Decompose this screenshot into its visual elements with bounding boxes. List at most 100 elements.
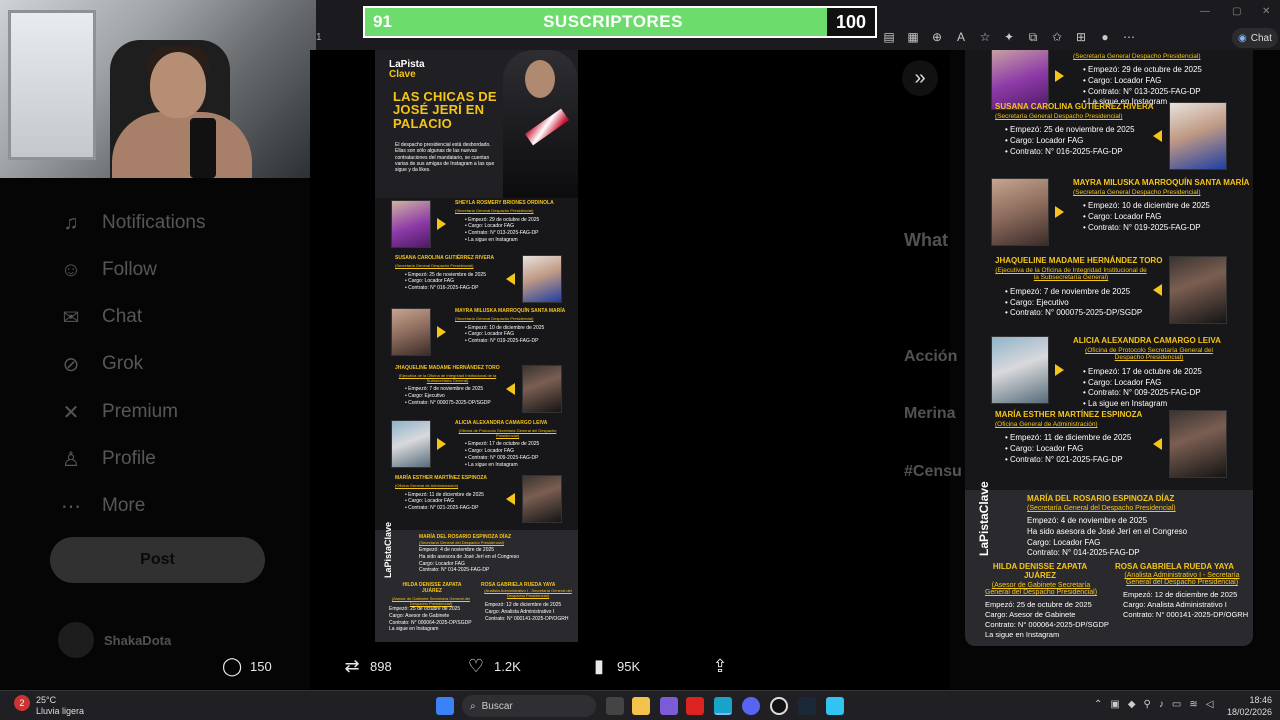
entry-department: (Secretaría General Despacho Presidencia… [995,113,1123,120]
edge-browser-icon[interactable] [714,697,732,715]
wps-icon[interactable] [686,697,704,715]
poster-header: LaPista Clave LAS CHICAS DE JOSÉ JERÍ EN… [375,50,578,198]
sidebar-item-chat[interactable]: ✉ Chat [58,304,143,330]
entry-name: ALICIA ALEXANDRA CAMARGO LEIVA [1073,336,1221,345]
mic-tray-icon[interactable]: ♪ [1159,699,1164,710]
entry-details: • Empezó: 11 de diciembre de 2025 • Cargo… [1005,433,1132,464]
profile-icon[interactable]: ● [1096,28,1114,46]
entry-photo [1169,102,1227,170]
sidebar-item-notifications[interactable]: ♫ Notifications [58,210,206,236]
poster-entry: MARÍA ESTHER MARTÍNEZ ESPINOZA (Oficina G… [965,410,1253,480]
wifi-icon[interactable]: ≋ [1189,699,1197,710]
poster-title: LAS CHICAS DE JOSÉ JERÍ EN PALACIO [393,89,497,131]
reply-button[interactable]: ◯ 150 [222,656,272,677]
favorites-icon[interactable]: ✩ [1048,28,1066,46]
clock[interactable]: 18:46 18/02/2026 [1227,695,1272,718]
bell-icon: ♫ [63,211,79,234]
minimize-icon[interactable]: — [1200,6,1210,17]
sidebar-item-profile[interactable]: ♙ Profile [58,446,156,472]
sub-goal: 100 [827,8,875,36]
entry-photo [991,336,1049,404]
arrow-right-icon [437,326,446,338]
poster-entry: ALICIA ALEXANDRA CAMARGO LEIVA (Oficina d… [375,420,578,472]
entry-details: • Empezó: 25 de noviembre de 2025 • Cargo… [405,271,486,292]
maximize-icon[interactable]: ▢ [1232,6,1241,17]
favorite-star-icon[interactable]: ☆ [976,28,994,46]
arrow-left-icon [1153,284,1162,296]
copilot-app-icon[interactable] [660,697,678,715]
entry-details: • Empezó: 11 de diciembre de 2025 • Cargo… [405,491,484,512]
copilot-icon: ◉ [1238,32,1247,44]
steam-icon[interactable] [798,697,816,715]
split-screen-icon[interactable]: ⧉ [1024,28,1042,46]
follow-icon: ☺ [60,258,82,281]
copilot-chat-button[interactable]: ◉ Chat [1232,28,1278,48]
notepad-icon[interactable] [826,697,844,715]
poster-portrait [503,50,578,198]
taskbar: 2 25°C Lluvia ligera ⌕ Buscar ⌃ ▣ ◆ ⚲ ♪ ▭… [0,690,1280,720]
entry-department: (Oficina de Protocolo Secretaría General… [458,428,557,438]
entry-department: (Secretaría General Despacho Presidencia… [395,263,474,268]
usb-icon[interactable]: ⚲ [1144,699,1151,710]
share-button[interactable]: ⇪ [710,656,730,677]
arrow-left-icon [1153,438,1162,450]
poster-description: El despacho presidencial está desbordado… [395,142,495,173]
file-explorer-icon[interactable] [632,697,650,715]
grid-icon[interactable]: ▦ [904,28,922,46]
entry-details: • Empezó: 17 de octubre de 2025 • Cargo: … [465,441,540,468]
discord-icon[interactable] [742,697,760,715]
poster-entry: SUSANA CAROLINA GUTIÉRREZ RIVERA (Secreta… [965,102,1253,172]
obs-icon[interactable] [770,697,788,715]
app-tray-icon[interactable]: ▣ [1110,699,1119,710]
sidebar-item-premium[interactable]: ✕ Premium [58,399,178,425]
sidebar-item-follow[interactable]: ☺ Follow [58,257,157,283]
account-switcher[interactable]: ShakaDota [58,622,171,658]
windows-start-icon[interactable] [436,697,454,715]
zoomed-vertical-logo: LaPistaClave [977,481,991,556]
trending-heading: What [904,230,948,250]
views-button[interactable]: ▮ 95K [589,656,640,677]
zoom-icon[interactable]: ⊕ [928,28,946,46]
extensions-icon[interactable]: ✦ [1000,28,1018,46]
collections-icon[interactable]: ⊞ [1072,28,1090,46]
webcam-overlay [0,0,316,178]
grok-icon: ⊘ [62,353,80,376]
read-aloud-icon[interactable]: A [952,28,970,46]
share-icon: ⇪ [712,656,728,676]
repost-button[interactable]: ⇄ 898 [342,656,391,677]
taskbar-search-input[interactable]: ⌕ Buscar [462,695,596,717]
trend-item[interactable]: #Censu [904,463,962,481]
entry-name: SHEYLA ROSMERY BRIONES ORDINOLA [1073,50,1231,51]
system-tray: ⌃ ▣ ◆ ⚲ ♪ ▭ ≋ ◁ [1094,699,1213,710]
like-button[interactable]: ♡ 1.2K [466,656,521,677]
sidebar-item-more[interactable]: ⋯ More [58,493,145,519]
more-menu-icon[interactable]: ⋯ [1120,28,1138,46]
next-media-button[interactable]: » [902,60,938,96]
x-logo-icon: ✕ [62,401,80,424]
entry-photo [991,50,1049,110]
infographic-poster-zoomed: SHEYLA ROSMERY BRIONES ORDINOLA (Secretar… [965,50,1253,646]
chevron-up-icon[interactable]: ⌃ [1094,699,1102,710]
entry-photo [991,178,1049,246]
weather-alert-icon: 2 [14,695,30,711]
close-window-icon[interactable]: ✕ [1262,6,1270,17]
reply-icon: ◯ [222,656,243,676]
arrow-right-icon [1055,206,1064,218]
poster-entry: JHAQUELINE MADAME HERNÁNDEZ TORO (Ejecuti… [965,256,1253,326]
weather-widget[interactable]: 2 25°C Lluvia ligera [14,695,84,717]
tray-app-icon[interactable]: ◆ [1128,699,1136,710]
sidebar-item-grok[interactable]: ⊘ Grok [58,351,144,377]
trend-item[interactable]: Acción [904,348,957,366]
post-button[interactable]: Post [50,537,265,583]
reader-icon[interactable]: ▤ [880,28,898,46]
entry-details: • Empezó: 10 de diciembre de 2025 • Cargo… [1083,201,1210,232]
entry-department: (Secretaría General Despacho Presidencia… [1073,189,1201,196]
entry-name: MARÍA ESTHER MARTÍNEZ ESPINOZA [395,475,488,481]
task-view-icon[interactable] [606,697,624,715]
speaker-icon[interactable]: ◁ [1206,699,1214,710]
arrow-left-icon [506,493,515,505]
display-icon[interactable]: ▭ [1172,699,1181,710]
trend-item[interactable]: Merina [904,405,956,423]
arrow-right-icon [437,218,446,230]
zoomed-bottom-box: LaPistaClave MARÍA DEL ROSARIO ESPINOZA … [965,481,1253,646]
